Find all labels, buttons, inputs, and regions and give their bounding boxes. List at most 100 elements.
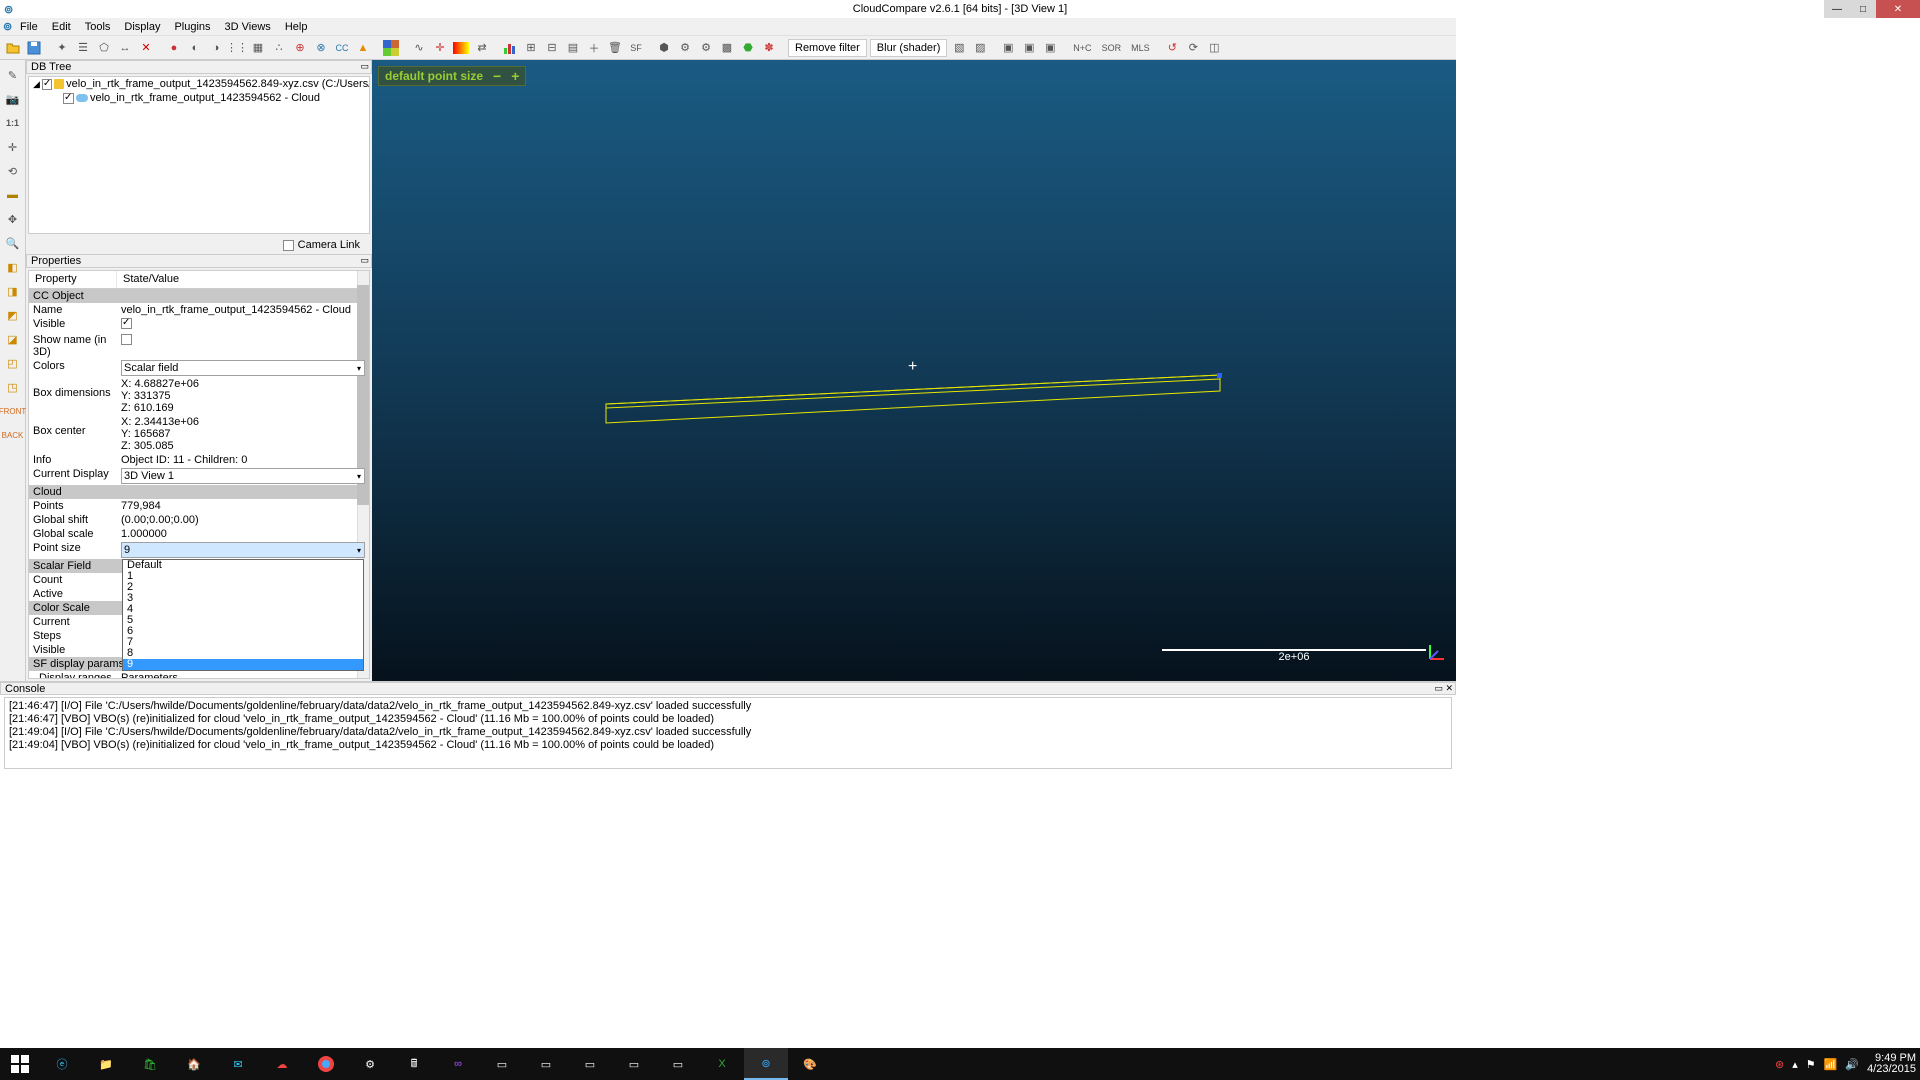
tree-expand-icon[interactable]: ◢ (33, 79, 40, 90)
wand-icon[interactable]: ✎ (4, 66, 22, 84)
view-top-icon[interactable]: ◧ (4, 258, 22, 276)
console-pin-icon[interactable]: ▭ ✕ (1434, 683, 1453, 694)
task-chrome-icon[interactable] (304, 1048, 348, 1080)
task-app1-icon[interactable]: ⚙ (348, 1048, 392, 1080)
pick-icon[interactable]: ✦ (53, 39, 71, 57)
extra-b-icon[interactable]: ⟳ (1184, 39, 1202, 57)
rotate-icon[interactable]: ⟲ (4, 162, 22, 180)
menu-edit[interactable]: Edit (52, 21, 71, 33)
psize-option-default[interactable]: Default (123, 560, 363, 571)
shader-a-icon[interactable]: ▧ (950, 39, 968, 57)
task-app6-icon[interactable]: ▭ (656, 1048, 700, 1080)
cross-icon[interactable]: ✛ (4, 138, 22, 156)
view-iso2-icon[interactable]: ◳ (4, 378, 22, 396)
mls-button[interactable]: MLS (1127, 39, 1153, 57)
gradient-icon[interactable] (452, 39, 470, 57)
shader-b-icon[interactable]: ▨ (971, 39, 989, 57)
tray-network-icon[interactable]: 📶 (1824, 1058, 1838, 1071)
psize-option-6[interactable]: 6 (123, 626, 363, 637)
cube-front-icon[interactable]: FRONT (4, 402, 22, 420)
tray-volume-icon[interactable]: 🔊 (1845, 1058, 1859, 1071)
prop-showname-checkbox[interactable] (121, 334, 132, 345)
delete-icon[interactable]: ✕ (137, 39, 155, 57)
menu-plugins[interactable]: Plugins (174, 21, 210, 33)
psize-option-5[interactable]: 5 (123, 615, 363, 626)
mesh-tri-icon[interactable]: ▦ (249, 39, 267, 57)
plus-icon[interactable]: ＋ (585, 39, 603, 57)
window-maximize-button[interactable]: □ (1850, 0, 1876, 18)
save-icon[interactable] (25, 39, 43, 57)
one-to-one-icon[interactable]: 1:1 (4, 114, 22, 132)
view-iso1-icon[interactable]: ◰ (4, 354, 22, 372)
sor-button[interactable]: SOR (1098, 39, 1124, 57)
dbtree-body[interactable]: ◢ velo_in_rtk_frame_output_1423594562.84… (28, 76, 370, 234)
task-home-icon[interactable]: 🏠 (172, 1048, 216, 1080)
gear-b-icon[interactable]: ⚙ (697, 39, 715, 57)
psize-option-2[interactable]: 2 (123, 582, 363, 593)
task-app2-icon[interactable]: ▭ (480, 1048, 524, 1080)
random-icon[interactable]: ✽ (760, 39, 778, 57)
console-body[interactable]: [21:46:47] [I/O] File 'C:/Users/hwilde/D… (4, 697, 1452, 769)
task-mail-icon[interactable]: ✉ (216, 1048, 260, 1080)
sample-icon[interactable]: ∴ (270, 39, 288, 57)
menu-file[interactable]: File (20, 21, 38, 33)
target-icon[interactable]: ✛ (431, 39, 449, 57)
calendar-icon[interactable]: ▤ (564, 39, 582, 57)
move-icon[interactable]: ↔ (116, 39, 134, 57)
psize-option-1[interactable]: 1 (123, 571, 363, 582)
octree-icon[interactable]: ⬣ (739, 39, 757, 57)
window-close-button[interactable]: ✕ (1876, 0, 1920, 18)
task-calc-icon[interactable]: 🖩 (392, 1048, 436, 1080)
overlay-plus-button[interactable]: + (511, 68, 519, 84)
task-ie-icon[interactable]: ⓔ (40, 1048, 84, 1080)
task-app5-icon[interactable]: ▭ (612, 1048, 656, 1080)
arrows-icon[interactable]: ⇄ (473, 39, 491, 57)
histogram-icon[interactable] (501, 39, 519, 57)
tree-root-label[interactable]: velo_in_rtk_frame_output_1423594562.849-… (66, 78, 369, 90)
prop-psize-dropdown[interactable]: 9 Default 1 2 3 4 5 6 7 8 9 (121, 542, 365, 558)
window-minimize-button[interactable]: — (1824, 0, 1850, 18)
sf-icon[interactable]: SF (627, 39, 645, 57)
camera-icon[interactable]: 📷 (4, 90, 22, 108)
nc-button[interactable]: N+C (1069, 39, 1095, 57)
graph-icon[interactable]: ∿ (410, 39, 428, 57)
colorize-icon[interactable] (382, 39, 400, 57)
cloud-b-icon[interactable]: ◑ (207, 39, 225, 57)
plugin-b-icon[interactable]: ▣ (1020, 39, 1038, 57)
task-excel-icon[interactable]: X (700, 1048, 744, 1080)
grid-icon[interactable]: ▩ (718, 39, 736, 57)
task-cloud-icon[interactable]: ☁ (260, 1048, 304, 1080)
task-store-icon[interactable]: 🛍 (128, 1048, 172, 1080)
cloud-red-icon[interactable]: ● (165, 39, 183, 57)
task-cloudcompare-icon[interactable]: ⊚ (744, 1048, 788, 1080)
stats-a-icon[interactable]: ⊞ (522, 39, 540, 57)
prop-curdisp-dropdown[interactable]: 3D View 1 (121, 468, 365, 484)
shield-icon[interactable]: ⬢ (655, 39, 673, 57)
overlay-minus-button[interactable]: − (493, 68, 501, 84)
mesh-dots-icon[interactable]: ⋮⋮ (228, 39, 246, 57)
task-explorer-icon[interactable]: 📁 (84, 1048, 128, 1080)
plugin-c-icon[interactable]: ▣ (1041, 39, 1059, 57)
cube-back-icon[interactable]: BACK (4, 426, 22, 444)
psize-option-9[interactable]: 9 (123, 659, 363, 670)
open-icon[interactable] (4, 39, 22, 57)
system-tray[interactable]: ⊛ ▴ ⚑ 📶 🔊 9:49 PM 4/23/2015 (1775, 1053, 1916, 1075)
view-side-icon[interactable]: ◩ (4, 306, 22, 324)
3d-view[interactable]: default point size − + + 2e+06 (372, 60, 1456, 681)
list-icon[interactable]: ☰ (74, 39, 92, 57)
prop-colors-dropdown[interactable]: Scalar field (121, 360, 365, 376)
blur-shader-button[interactable]: Blur (shader) (870, 39, 948, 57)
psize-option-4[interactable]: 4 (123, 604, 363, 615)
zoom-icon[interactable]: 🔍 (4, 234, 22, 252)
trash-icon[interactable]: 🗑 (606, 39, 624, 57)
layers-icon[interactable]: ▬ (4, 186, 22, 204)
psize-option-7[interactable]: 7 (123, 637, 363, 648)
poly-icon[interactable]: ⬠ (95, 39, 113, 57)
stats-b-icon[interactable]: ⊟ (543, 39, 561, 57)
camera-link-checkbox[interactable] (283, 240, 294, 251)
remove-filter-button[interactable]: Remove filter (788, 39, 867, 57)
plugin-a-icon[interactable]: ▣ (999, 39, 1017, 57)
task-app3-icon[interactable]: ▭ (524, 1048, 568, 1080)
extra-a-icon[interactable]: ↺ (1163, 39, 1181, 57)
gear-a-icon[interactable]: ⚙ (676, 39, 694, 57)
